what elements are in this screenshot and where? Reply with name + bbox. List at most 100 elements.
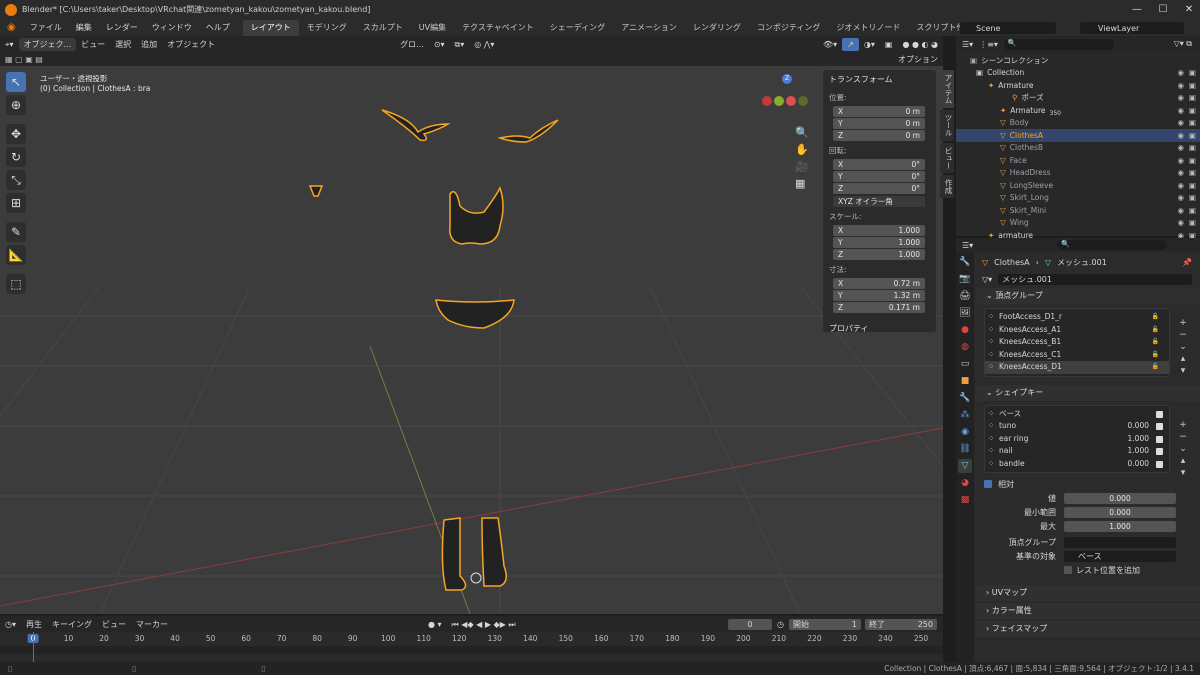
visibility-eye-icon[interactable]: ◉	[1177, 131, 1184, 140]
outliner-row[interactable]: ▽ LongSleeve ◉ ▣	[956, 179, 1200, 192]
tool-tab-icon[interactable]: 🔧	[958, 255, 972, 269]
visibility-eye-icon[interactable]: ◉	[1177, 218, 1184, 227]
vertex-group-item[interactable]: ⁘ FootAccess_D1_r 🔓	[985, 311, 1169, 324]
outliner-row[interactable]: ▽ ClothesB ◉ ▣	[956, 142, 1200, 155]
ref-field[interactable]: ベース	[1064, 550, 1176, 562]
playback-controls-icon[interactable]: ⏮ ◀◆ ◀ ▶ ◆▶ ⏭	[447, 618, 521, 631]
cursor-tool-icon[interactable]: ⊕	[6, 95, 26, 115]
measure-tool-icon[interactable]: 📐	[6, 245, 26, 265]
render-camera-icon[interactable]: ▣	[1189, 156, 1196, 165]
properties-editor-icon[interactable]: ☰▾	[962, 241, 973, 250]
vertex-group-item[interactable]: ⁘ KneesAccess_D1 🔓	[985, 361, 1169, 374]
tab-view[interactable]: ビュー	[940, 142, 954, 173]
scale-x-field[interactable]: X 1.000	[833, 225, 925, 236]
remove-shapekey-button[interactable]: −	[1179, 432, 1187, 442]
face-maps-header[interactable]: › フェイスマップ	[976, 621, 1200, 637]
gizmo-y-axis[interactable]	[774, 96, 784, 106]
blender-menu-icon[interactable]: ◉	[0, 20, 23, 36]
outliner-row[interactable]: ✦ Armature 350 ◉ ▣	[956, 104, 1200, 117]
modifier-tab-icon[interactable]: 🔧	[958, 391, 972, 405]
shape-key-item[interactable]: ⁘ bandle 0.000	[985, 458, 1169, 471]
scene-collection-row[interactable]: ▣ シーンコレクション	[956, 54, 1200, 67]
visibility-eye-icon[interactable]: ◉	[1177, 168, 1184, 177]
maximize-button[interactable]: ☐	[1150, 0, 1176, 20]
dimensions-y-field[interactable]: Y 1.32 m	[833, 290, 925, 301]
visibility-eye-icon[interactable]: ◉	[1177, 181, 1184, 190]
dimensions-z-field[interactable]: Z 0.171 m	[833, 302, 925, 313]
render-camera-icon[interactable]: ▣	[1189, 106, 1196, 115]
viewlayer-selector[interactable]: ViewLayer	[1080, 22, 1184, 34]
move-tool-icon[interactable]: ✥	[6, 124, 26, 144]
scale-z-field[interactable]: Z 1.000	[833, 249, 925, 260]
world-tab-icon[interactable]: ◍	[958, 340, 972, 354]
menu-view[interactable]: ビュー	[76, 38, 110, 51]
navigation-gizmo[interactable]: Z	[762, 74, 812, 124]
minimize-button[interactable]: —	[1124, 0, 1150, 20]
lock-icon[interactable]: 🔓	[1152, 361, 1159, 374]
tab-sculpt[interactable]: スカルプト	[355, 20, 411, 36]
shapekey-menu-button[interactable]: ⌄	[1179, 444, 1187, 454]
tab-compositing[interactable]: コンポジティング	[749, 20, 829, 36]
visibility-eye-icon[interactable]: ◉	[1177, 106, 1184, 115]
outliner-row[interactable]: ▽ ClothesA ◉ ▣	[956, 129, 1200, 142]
lock-icon[interactable]: 🔓	[1152, 336, 1159, 349]
overlay-icon[interactable]: ◑▾	[859, 38, 880, 51]
zoom-icon[interactable]: 🔍	[795, 126, 809, 139]
gizmo-x-axis[interactable]	[786, 96, 796, 106]
scene-selector[interactable]: Scene	[960, 22, 1056, 34]
pin-icon[interactable]: 📌	[1182, 258, 1192, 267]
add-vgroup-button[interactable]: +	[1179, 318, 1187, 328]
shape-key-item[interactable]: ⁘ ear ring 1.000	[985, 433, 1169, 446]
timeline-ruler[interactable]: 0102030405060708090100110120130140150160…	[0, 632, 943, 644]
particles-tab-icon[interactable]: ⁂	[958, 408, 972, 422]
tab-texpaint[interactable]: テクスチャペイント	[454, 20, 542, 36]
select-mode-icons[interactable]: ▦ ▢ ▣ ▤	[0, 53, 48, 66]
menu-window[interactable]: ウィンドウ	[145, 20, 199, 36]
location-z-field[interactable]: Z 0 m	[833, 130, 925, 141]
vertex-group-item[interactable]: ⁘ KneesAccess_B1 🔓	[985, 336, 1169, 349]
tab-create[interactable]: 作成	[940, 175, 954, 198]
vertex-group-item[interactable]: ⁘ KneesAccess_A1 🔓	[985, 324, 1169, 337]
tab-item[interactable]: アイテム	[940, 70, 954, 108]
grid-ortho-icon[interactable]: ▦	[795, 177, 809, 190]
lock-icon[interactable]: 🔓	[1152, 324, 1159, 337]
tab-modeling[interactable]: モデリング	[299, 20, 355, 36]
shapekey-down-button[interactable]: ▾	[1181, 468, 1186, 478]
outliner-search-input[interactable]: 🔍	[1003, 38, 1114, 50]
menu-playback[interactable]: 再生	[21, 618, 47, 631]
tab-animation[interactable]: アニメーション	[613, 20, 685, 36]
visibility-icon[interactable]: 👁▾	[818, 38, 842, 51]
record-icon[interactable]: ● ▾	[423, 618, 447, 631]
rotation-y-field[interactable]: Y 0°	[833, 171, 925, 182]
shape-key-item[interactable]: ⁘ tuno 0.000	[985, 420, 1169, 433]
tab-tool[interactable]: ツール	[940, 110, 954, 141]
timeline[interactable]: 0102030405060708090100110120130140150160…	[0, 632, 943, 662]
color-attr-header[interactable]: › カラー属性	[976, 603, 1200, 619]
menu-add[interactable]: 追加	[136, 38, 162, 51]
rest-checkbox[interactable]	[1064, 566, 1072, 574]
rotation-x-field[interactable]: X 0°	[833, 159, 925, 170]
transform-tool-icon[interactable]: ⊞	[6, 193, 26, 213]
view-layer-tab-icon[interactable]: 🖼	[958, 306, 972, 320]
visibility-eye-icon[interactable]: ◉	[1177, 206, 1184, 215]
gizmo-neg-x-axis[interactable]	[762, 96, 772, 106]
end-frame-field[interactable]: 終了 250	[865, 618, 937, 630]
properties-search-input[interactable]: 🔍	[1057, 240, 1168, 250]
location-y-field[interactable]: Y 0 m	[833, 118, 925, 129]
lock-icon[interactable]: 🔓	[1152, 349, 1159, 362]
shading-solid-icon[interactable]: ● ● ◐ ◕	[897, 38, 943, 51]
menu-timeline-view[interactable]: ビュー	[97, 618, 131, 631]
tab-layout[interactable]: レイアウト	[242, 20, 299, 36]
outliner-row[interactable]: ▽ Skirt_Long ◉ ▣	[956, 192, 1200, 205]
menu-object[interactable]: オブジェクト	[162, 38, 220, 51]
render-camera-icon[interactable]: ▣	[1189, 131, 1196, 140]
shape-key-item[interactable]: ⁘ nail 1.000	[985, 445, 1169, 458]
proportional-icon[interactable]: ◎ ⋀▾	[469, 38, 499, 51]
shapekey-up-button[interactable]: ▴	[1181, 456, 1186, 466]
mesh-data-tab-icon[interactable]: ▽	[958, 459, 972, 473]
shape-key-value[interactable]: 1.000	[1128, 433, 1149, 446]
transform-panel-title[interactable]: トランスフォーム	[823, 70, 936, 89]
shape-key-checkbox[interactable]	[1156, 448, 1163, 455]
close-button[interactable]: ✕	[1176, 0, 1200, 20]
rotation-mode-dropdown[interactable]: XYZ オイラー角	[833, 196, 925, 207]
